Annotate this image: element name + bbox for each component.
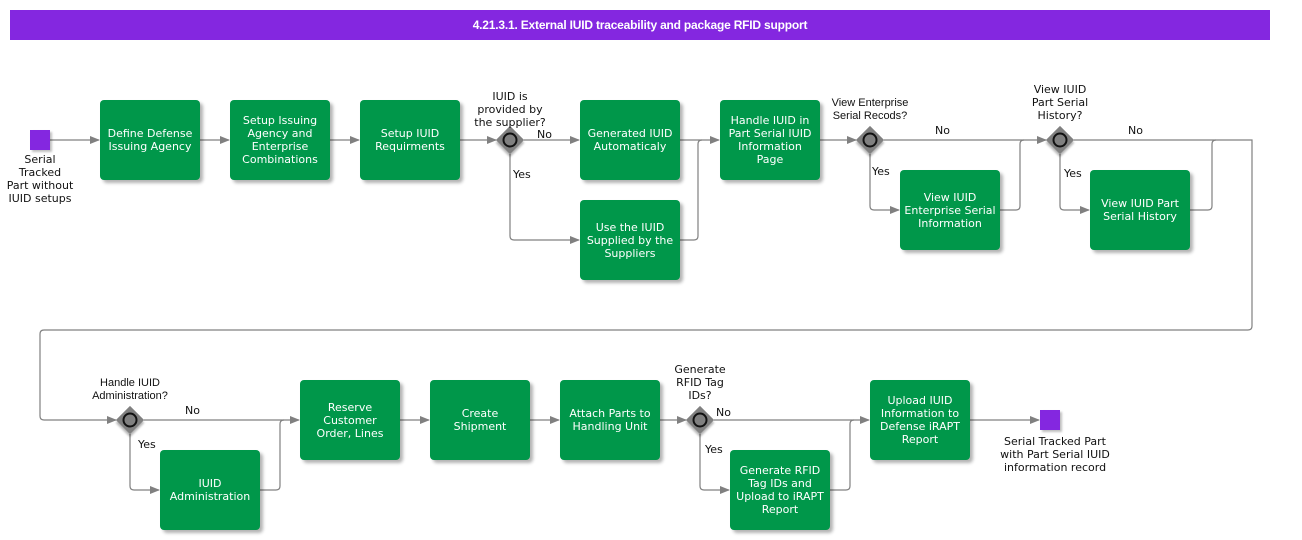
flow-label-yes: Yes — [138, 438, 156, 451]
task-setup-issuing-agency[interactable]: Setup Issuing Agency and Enterprise Comb… — [230, 100, 330, 180]
task-generate-rfid[interactable]: Generate RFID Tag IDs and Upload to iRAP… — [730, 450, 830, 530]
task-setup-iuid-requirements[interactable]: Setup IUID Requirments — [360, 100, 460, 180]
gateway-supplier — [495, 125, 525, 155]
flow-history-to-merge — [1190, 139, 1217, 211]
gateway-rfid — [685, 405, 715, 435]
flow-label-yes: Yes — [705, 443, 723, 456]
flow-enterprise-to-gw3 — [1000, 139, 1025, 211]
flow-admin-to-reserve — [260, 419, 285, 491]
flow-label-yes: Yes — [872, 165, 890, 178]
start-event[interactable] — [30, 130, 50, 150]
gateway-enterprise-label: View Enterprise Serial Recods? — [831, 97, 909, 122]
task-upload-iuid[interactable]: Upload IUID Information to Defense iRAPT… — [870, 380, 970, 460]
flow-supplied-to-handle — [680, 139, 703, 241]
gateway-history-label: View IUID Part Serial History? — [1031, 83, 1089, 122]
task-iuid-administration[interactable]: IUID Administration — [160, 450, 260, 530]
task-view-enterprise-serial[interactable]: View IUID Enterprise Serial Information — [900, 170, 1000, 250]
flow-gw2-yes — [869, 154, 900, 214]
task-create-shipment[interactable]: Create Shipment — [430, 380, 530, 460]
flow-label-no: No — [537, 128, 552, 141]
gateway-supplier-label: IUID is provided by the supplier? — [474, 90, 546, 129]
task-reserve-customer-order[interactable]: Reserve Customer Order, Lines — [300, 380, 400, 460]
task-define-defense-issuing-agency[interactable]: Define Defense Issuing Agency — [100, 100, 200, 180]
flow-gw3-yes — [1059, 154, 1090, 214]
flow-label-no: No — [185, 404, 200, 417]
gateway-admin-label: Handle IUID Administration? — [92, 377, 168, 402]
flow-label-yes: Yes — [513, 168, 531, 181]
flow-label-no: No — [1128, 124, 1143, 137]
flow-gw3-no — [39, 139, 1253, 424]
gateway-history — [1045, 125, 1075, 155]
end-event-label: Serial Tracked Part with Part Serial IUI… — [1000, 435, 1110, 474]
task-generated-iuid[interactable]: Generated IUID Automaticaly — [580, 100, 680, 180]
flow-rfid-to-upload — [830, 419, 855, 491]
flow-gw1-yes — [509, 154, 580, 244]
flow-label-no: No — [716, 406, 731, 419]
task-use-supplied-iuid[interactable]: Use the IUID Supplied by the Suppliers — [580, 200, 680, 280]
task-handle-iuid[interactable]: Handle IUID in Part Serial IUID Informat… — [720, 100, 820, 180]
flow-label-no: No — [935, 124, 950, 137]
start-event-label: Serial Tracked Part without IUID setups — [6, 153, 74, 205]
gateway-rfid-label: Generate RFID Tag IDs? — [674, 363, 726, 402]
gateway-enterprise — [855, 125, 885, 155]
gateway-admin — [115, 405, 145, 435]
task-attach-parts[interactable]: Attach Parts to Handling Unit — [560, 380, 660, 460]
end-event[interactable] — [1040, 410, 1060, 430]
task-view-part-serial-history[interactable]: View IUID Part Serial History — [1090, 170, 1190, 250]
flow-label-yes: Yes — [1064, 167, 1082, 180]
